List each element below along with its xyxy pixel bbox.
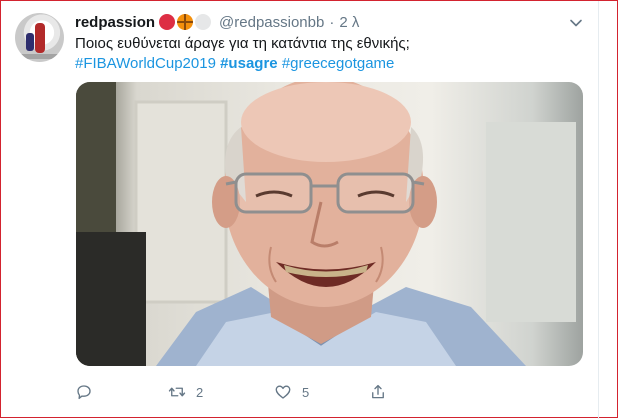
avatar-figure [35, 23, 45, 53]
avatar[interactable] [15, 13, 64, 62]
chevron-down-icon[interactable] [566, 13, 586, 33]
red-circle-emoji [159, 14, 176, 30]
user-handle[interactable]: @redpassionbb [219, 14, 324, 31]
white-circle-emoji [195, 14, 212, 30]
hashtag-link[interactable]: #usagre [220, 55, 278, 72]
avatar-banner [15, 54, 64, 59]
timeline-divider [598, 1, 599, 419]
tweet-photo[interactable] [76, 82, 583, 366]
reply-icon [77, 385, 91, 400]
reply-button[interactable] [75, 381, 103, 403]
retweet-button[interactable]: 2 [168, 381, 203, 403]
retweet-count: 2 [196, 384, 204, 400]
basketball-emoji [177, 14, 194, 30]
retweet-icon [168, 387, 186, 397]
tweet-text: Ποιος ευθύνεται άραγε για τη κατάντια τη… [75, 34, 590, 74]
avatar-figure [26, 33, 34, 51]
heart-icon [275, 385, 291, 399]
separator-dot: · [329, 13, 335, 31]
hashtag-link[interactable]: #FIBAWorldCup2019 [75, 55, 216, 72]
hashtag-line: #FIBAWorldCup2019 #usagre #greecegotgame [75, 54, 590, 74]
like-button[interactable]: 5 [274, 381, 309, 403]
like-count: 5 [302, 384, 310, 400]
timestamp[interactable]: 2 λ [339, 14, 359, 31]
share-button[interactable] [369, 381, 387, 403]
share-icon [372, 384, 384, 399]
tweet-header: redpassion @redpassionbb · 2 λ [75, 12, 359, 32]
hashtag-link[interactable]: #greecegotgame [282, 55, 395, 72]
display-name[interactable]: redpassion [75, 14, 155, 31]
photo-of-smiling-man-with-glasses [76, 82, 576, 366]
tweet-body: Ποιος ευθύνεται άραγε για τη κατάντια τη… [75, 35, 410, 52]
tweet-card[interactable]: redpassion @redpassionbb · 2 λ Ποιος ευθ… [0, 0, 618, 419]
